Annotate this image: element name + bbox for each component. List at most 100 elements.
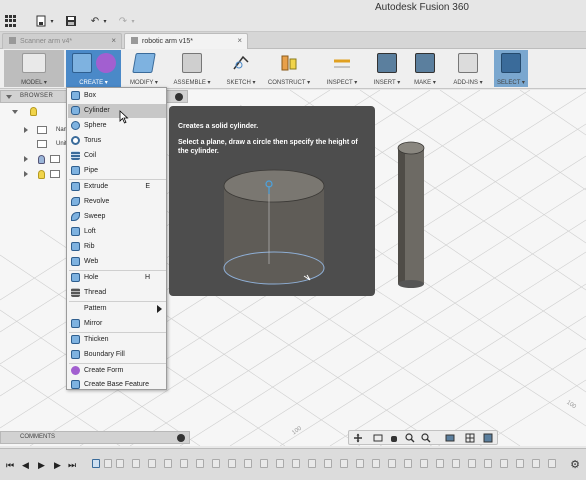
zoom-window-icon[interactable] [421, 433, 431, 443]
timeline-feature-item[interactable] [308, 459, 316, 468]
timeline-feature-item[interactable] [468, 459, 476, 468]
menu-item-coil[interactable]: Coil [68, 149, 166, 163]
make-group-button[interactable]: MAKE ▾ [410, 50, 440, 87]
undo-icon[interactable]: ↶ [88, 14, 102, 28]
save-icon[interactable] [64, 14, 78, 28]
menu-item-box[interactable]: Box [68, 89, 166, 103]
timeline-feature-item[interactable] [244, 459, 252, 468]
timeline-feature-item[interactable] [116, 459, 124, 468]
inspect-group-button[interactable]: INSPECT ▾ [324, 50, 360, 87]
menu-item-rib[interactable]: Rib [68, 240, 166, 254]
timeline-feature-item[interactable] [324, 459, 332, 468]
expand-icon[interactable] [24, 156, 28, 162]
orbit-icon[interactable] [353, 433, 363, 443]
timeline-feature-item[interactable] [164, 459, 172, 468]
browser-node-units[interactable]: Unit [0, 139, 67, 150]
visibility-bulb-icon[interactable] [38, 170, 45, 179]
close-tab-icon[interactable]: × [237, 36, 242, 45]
panel-pin-icon[interactable] [177, 434, 185, 442]
browser-node-bodies[interactable] [0, 169, 66, 180]
menu-item-pipe[interactable]: Pipe [68, 164, 166, 178]
timeline-feature-item[interactable] [356, 459, 364, 468]
timeline-feature-item[interactable] [340, 459, 348, 468]
select-group-button[interactable]: SELECT ▾ [494, 50, 528, 87]
zoom-icon[interactable] [405, 433, 415, 443]
timeline-feature-item[interactable] [372, 459, 380, 468]
menu-item-torus[interactable]: Torus [68, 134, 166, 148]
assemble-group-button[interactable]: ASSEMBLE ▾ [170, 50, 214, 87]
tab-scanner-arm[interactable]: Scanner arm v4* × [2, 33, 122, 49]
timeline-feature-item[interactable] [484, 459, 492, 468]
timeline-feature-item[interactable] [228, 459, 236, 468]
menu-item-revolve[interactable]: Revolve [68, 195, 166, 209]
collapse-icon[interactable] [6, 95, 12, 99]
timeline-feature-item[interactable] [196, 459, 204, 468]
create-group-button[interactable]: CREATE ▾ [66, 50, 121, 87]
modify-group-button[interactable]: MODIFY ▾ [126, 50, 162, 87]
panel-pin-icon[interactable] [175, 93, 183, 101]
play-icon[interactable]: ▶ [38, 460, 45, 471]
cylinder-body[interactable] [392, 140, 430, 292]
workspace-switcher[interactable]: MODEL ▾ [4, 50, 64, 87]
look-at-icon[interactable] [373, 433, 383, 443]
visibility-bulb-icon[interactable] [38, 155, 45, 164]
timeline-feature-item[interactable] [276, 459, 284, 468]
timeline-feature-item[interactable] [404, 459, 412, 468]
timeline-feature-item[interactable] [212, 459, 220, 468]
timeline-feature-item[interactable] [532, 459, 540, 468]
menu-item-mirror[interactable]: Mirror [68, 317, 166, 331]
timeline-feature-item[interactable] [548, 459, 556, 468]
step-forward-icon[interactable]: ▶ [54, 460, 61, 471]
browser-node-named-views[interactable]: Nam [0, 125, 69, 136]
grid-settings-icon[interactable] [465, 433, 475, 443]
timeline-feature-item[interactable] [148, 459, 156, 468]
close-tab-icon[interactable]: × [111, 36, 116, 45]
go-to-start-icon[interactable]: ⏮ [6, 460, 14, 471]
tab-robotic-arm[interactable]: robotic arm v15* × [124, 33, 248, 49]
redo-dropdown-icon[interactable]: ▾ [129, 14, 137, 28]
timeline-feature-item[interactable] [180, 459, 188, 468]
redo-icon[interactable]: ↷ [116, 14, 130, 28]
app-grid-icon[interactable] [5, 15, 17, 27]
timeline-feature-item[interactable] [500, 459, 508, 468]
timeline-feature-item[interactable] [104, 459, 112, 468]
menu-item-sweep[interactable]: Sweep [68, 210, 166, 224]
timeline-feature-item[interactable] [436, 459, 444, 468]
step-back-icon[interactable]: ◀ [22, 460, 29, 471]
menu-item-hole[interactable]: Hole H [68, 271, 166, 285]
construct-group-button[interactable]: CONSTRUCT ▾ [266, 50, 312, 87]
undo-dropdown-icon[interactable]: ▾ [101, 14, 109, 28]
timeline-feature-item[interactable] [388, 459, 396, 468]
menu-item-thread[interactable]: Thread [68, 286, 166, 300]
timeline-feature-item[interactable] [260, 459, 268, 468]
viewports-icon[interactable] [483, 433, 493, 443]
file-dropdown-icon[interactable]: ▾ [48, 14, 56, 28]
timeline-feature-item[interactable] [92, 459, 100, 468]
timeline-feature-item[interactable] [516, 459, 524, 468]
menu-item-sphere[interactable]: Sphere [68, 119, 166, 133]
expand-icon[interactable] [24, 127, 28, 133]
timeline-feature-item[interactable] [132, 459, 140, 468]
sketch-group-button[interactable]: SKETCH ▾ [224, 50, 258, 87]
browser-root-node[interactable] [0, 106, 66, 117]
menu-item-pattern[interactable]: Pattern [68, 302, 166, 316]
go-to-end-icon[interactable]: ⏭ [68, 460, 76, 471]
timeline-feature-item[interactable] [420, 459, 428, 468]
pan-hand-icon[interactable] [389, 433, 399, 443]
insert-group-button[interactable]: INSERT ▾ [370, 50, 404, 87]
menu-item-web[interactable]: Web [68, 255, 166, 269]
menu-item-boundary-fill[interactable]: Boundary Fill [68, 348, 166, 362]
menu-item-cylinder[interactable]: Cylinder [68, 104, 166, 118]
menu-item-create-form[interactable]: Create Form [68, 364, 166, 378]
comments-panel-header[interactable]: COMMENTS [0, 431, 190, 444]
expand-icon[interactable] [24, 171, 28, 177]
menu-item-extrude[interactable]: Extrude E [68, 180, 166, 194]
expand-icon[interactable] [12, 110, 18, 114]
timeline-feature-item[interactable] [292, 459, 300, 468]
add-ins-group-button[interactable]: ADD-INS ▾ [448, 50, 488, 87]
timeline-settings-gear-icon[interactable]: ⚙ [570, 458, 580, 471]
display-settings-icon[interactable] [445, 433, 455, 443]
timeline-feature-item[interactable] [452, 459, 460, 468]
browser-node-origin[interactable] [0, 154, 66, 165]
menu-item-loft[interactable]: Loft [68, 225, 166, 239]
